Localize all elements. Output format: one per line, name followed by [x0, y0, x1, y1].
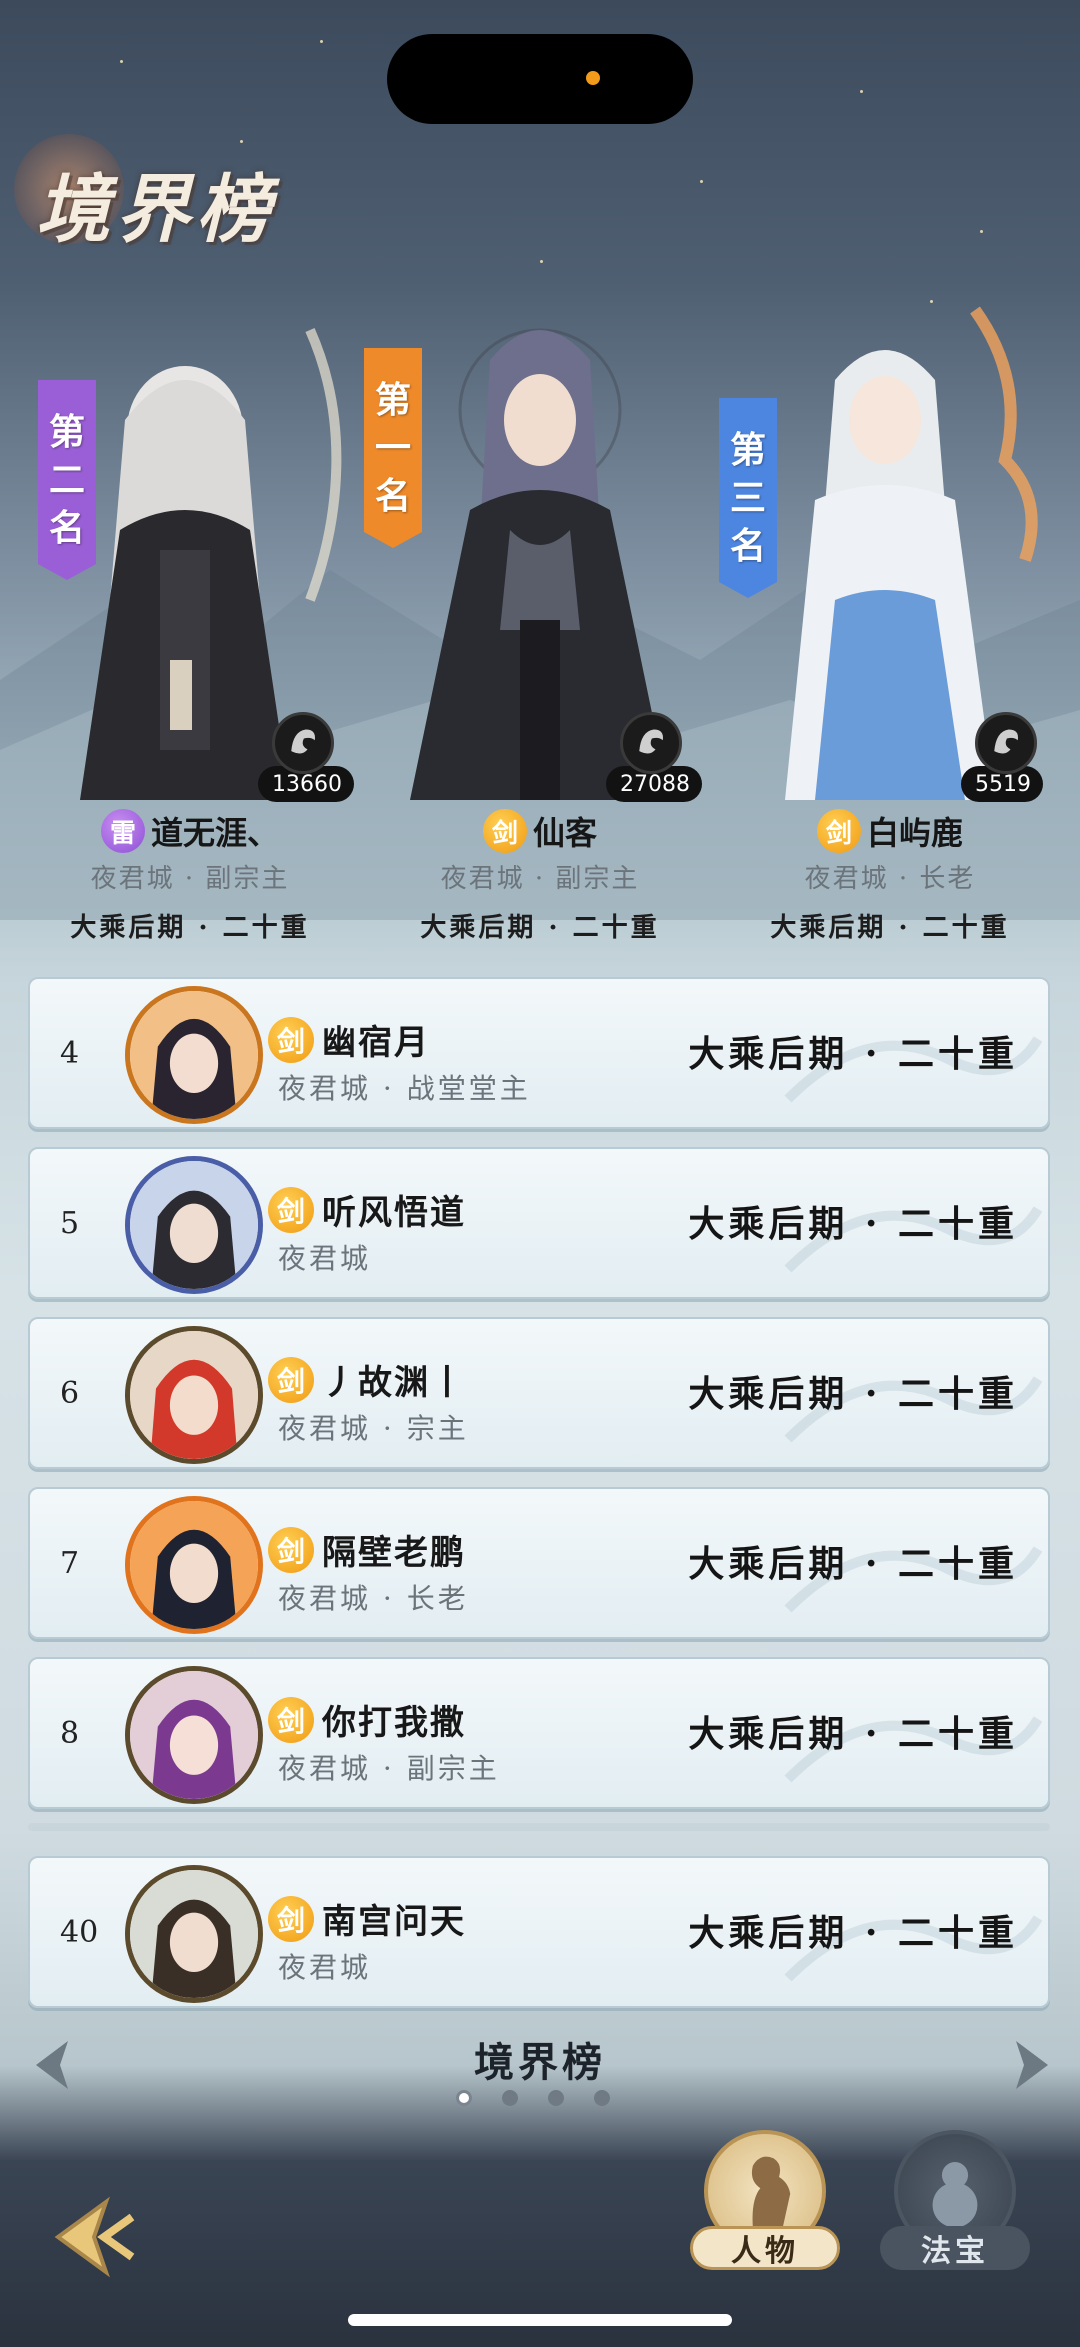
player-avatar [125, 1156, 263, 1294]
element-badge: 剑 [268, 1357, 314, 1403]
ranking-row[interactable]: 4 剑 幽宿月 夜君城 · 战堂堂主 大乘后期 · 二十重 [28, 977, 1050, 1129]
player-avatar [125, 1496, 263, 1634]
player-realm: 大乘后期 · 二十重 [688, 1543, 1018, 1585]
power-value: 5519 [975, 771, 1031, 797]
power-rating-icon [620, 712, 682, 774]
player-sect: 夜君城 · 副宗主 [90, 864, 290, 894]
player-realm: 大乘后期 · 二十重 [688, 1203, 1018, 1245]
rank-number: 6 [60, 1376, 80, 1411]
rank-number: 5 [60, 1206, 80, 1241]
player-realm: 大乘后期 · 二十重 [420, 913, 660, 943]
list-separator [28, 1823, 1050, 1831]
player-avatar [125, 1326, 263, 1464]
podium-rank-1[interactable]: 第 一 名 27088 [364, 300, 710, 802]
ranking-row[interactable]: 8 剑 你打我撒 夜君城 · 副宗主 大乘后期 · 二十重 [28, 1657, 1050, 1809]
player-sect: 夜君城 [278, 1242, 372, 1275]
rank-char: 三 [729, 477, 766, 519]
rank-char: 第 [48, 411, 85, 453]
power-value: 13660 [272, 771, 342, 797]
player-realm: 大乘后期 · 二十重 [688, 1912, 1018, 1954]
player-name: 听风悟道 [322, 1193, 466, 1233]
rank-char: 第 [374, 379, 411, 421]
podium-info-rank-3: 剑 白屿鹿 夜君城 · 长老 大乘后期 · 二十重 [710, 808, 1070, 944]
rank-char: 名 [48, 507, 85, 549]
player-sect: 夜君城 · 宗主 [278, 1412, 469, 1445]
player-sect: 夜君城 · 长老 [278, 1582, 469, 1615]
page-indicator [456, 2090, 610, 2106]
ranking-row[interactable]: 5 剑 听风悟道 夜君城 大乘后期 · 二十重 [28, 1147, 1050, 1299]
rank-banner: 第 二 名 [38, 380, 96, 580]
player-sect: 夜君城 · 副宗主 [278, 1752, 500, 1785]
element-badge: 剑 [268, 1527, 314, 1573]
podium-info-rank-2: 雷 道无涯、 夜君城 · 副宗主 大乘后期 · 二十重 [10, 808, 370, 944]
element-badge: 剑 [268, 1896, 314, 1942]
rank-banner: 第 一 名 [364, 348, 422, 548]
rank-banner: 第 三 名 [719, 398, 777, 598]
player-realm: 大乘后期 · 二十重 [688, 1373, 1018, 1415]
player-name: 仙客 [532, 814, 597, 852]
page-label: 境界榜 [474, 2039, 606, 2086]
ranking-row[interactable]: 6 剑 丿故渊丨 夜君城 · 宗主 大乘后期 · 二十重 [28, 1317, 1050, 1469]
element-badge: 雷 [100, 809, 145, 853]
privacy-indicator [586, 71, 600, 85]
player-sect: 夜君城 · 战堂堂主 [278, 1072, 531, 1105]
rank-number: 4 [60, 1036, 80, 1071]
player-avatar [125, 1865, 263, 2003]
player-realm: 大乘后期 · 二十重 [70, 913, 310, 943]
home-indicator [348, 2314, 732, 2326]
power-rating-icon [272, 712, 334, 774]
podium-rank-3[interactable]: 第 三 名 5519 [719, 300, 1065, 802]
tab-character[interactable]: 人物 [690, 2130, 840, 2280]
element-badge: 剑 [268, 1187, 314, 1233]
player-realm: 大乘后期 · 二十重 [688, 1713, 1018, 1755]
ranking-row[interactable]: 7 剑 隔壁老鹏 夜君城 · 长老 大乘后期 · 二十重 [28, 1487, 1050, 1639]
element-badge: 剑 [482, 809, 527, 853]
player-name: 道无涯、 [150, 814, 279, 852]
player-name: 丿故渊丨 [322, 1363, 466, 1403]
rank-number: 40 [60, 1915, 99, 1950]
page-dot[interactable] [502, 2090, 518, 2106]
tab-label: 法宝 [880, 2226, 1030, 2270]
player-sect: 夜君城 [278, 1951, 372, 1984]
rank-char: 一 [374, 427, 411, 469]
player-realm: 大乘后期 · 二十重 [688, 1033, 1018, 1075]
player-avatar [125, 986, 263, 1124]
self-ranking-row[interactable]: 40 剑 南宫问天 夜君城 大乘后期 · 二十重 [28, 1856, 1050, 2008]
tab-label: 人物 [690, 2226, 840, 2270]
player-avatar [125, 1666, 263, 1804]
player-name: 你打我撒 [322, 1703, 466, 1743]
player-realm: 大乘后期 · 二十重 [770, 913, 1010, 943]
player-sect: 夜君城 · 长老 [804, 864, 976, 894]
board-title: 境界榜 [36, 167, 276, 253]
podium-info-rank-1: 剑 仙客 夜君城 · 副宗主 大乘后期 · 二十重 [360, 808, 720, 944]
element-badge: 剑 [816, 809, 861, 853]
player-name: 幽宿月 [322, 1023, 430, 1063]
element-badge: 剑 [268, 1697, 314, 1743]
element-badge: 剑 [268, 1017, 314, 1063]
device-notch [387, 34, 693, 124]
page-dot[interactable] [594, 2090, 610, 2106]
rank-number: 8 [60, 1716, 80, 1751]
page-dot[interactable] [548, 2090, 564, 2106]
tab-treasure[interactable]: 法宝 [880, 2130, 1030, 2280]
rank-number: 7 [60, 1546, 80, 1581]
player-name: 白屿鹿 [866, 814, 963, 852]
page-dot[interactable] [456, 2090, 472, 2106]
rank-char: 名 [729, 525, 766, 567]
player-name: 隔壁老鹏 [322, 1533, 466, 1573]
rank-char: 二 [48, 459, 85, 501]
rank-char: 名 [374, 475, 411, 517]
player-name: 南宫问天 [322, 1902, 466, 1942]
player-sect: 夜君城 · 副宗主 [440, 864, 640, 894]
power-value: 27088 [620, 771, 690, 797]
power-rating-icon [975, 712, 1037, 774]
back-arrow-icon[interactable] [46, 2192, 146, 2282]
podium-rank-2[interactable]: 第 二 名 13660 [10, 300, 354, 802]
rank-char: 第 [729, 429, 766, 471]
